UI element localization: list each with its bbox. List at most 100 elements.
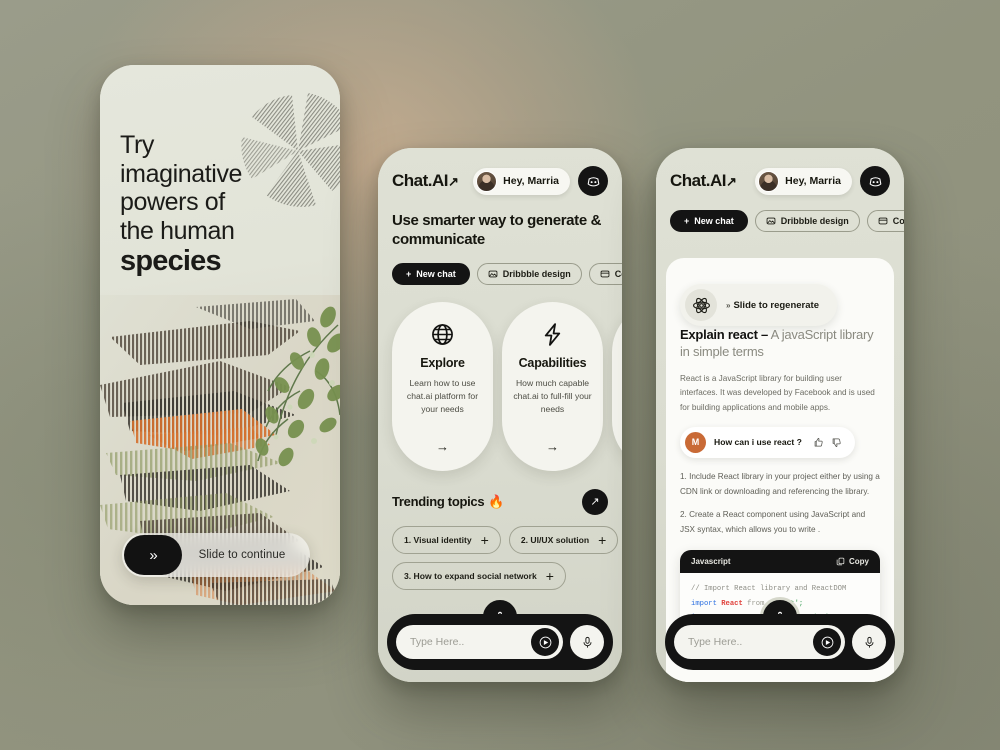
slide-to-regenerate-control[interactable]: » Slide to regenerate (680, 284, 837, 326)
greeting-text: Hey, Marria (503, 175, 559, 187)
card-capabilities[interactable]: Capabilities How much capable chat.ai to… (502, 301, 603, 471)
composer-bar: Type Here.. (665, 614, 895, 670)
trending-item-expand-social-network[interactable]: 3. How to expand social network + (392, 561, 566, 590)
community-button[interactable] (860, 166, 890, 196)
brand-arrow-icon: ↗ (448, 174, 459, 189)
feature-cards: Explore Learn how to use chat.ai platfor… (392, 301, 622, 471)
chip-dribbble-design[interactable]: Dribbble design (754, 210, 860, 232)
onboarding-headline: Try imaginative powers of the human spec… (120, 131, 304, 278)
message-input-placeholder[interactable]: Type Here.. (688, 636, 813, 648)
answer-step-2: 2. Create a React component using JavaSc… (680, 510, 866, 535)
code-language-label: Javascript (691, 556, 731, 566)
card-limitations[interactable]: Limitations Know the occasional incorrec… (612, 301, 622, 471)
trending-row-1: 1. Visual identity + 2. UI/UX solution + (392, 525, 619, 554)
microphone-icon (865, 636, 873, 648)
card-capabilities-arrow-icon[interactable]: → (546, 439, 559, 454)
feedback-icons (813, 437, 842, 448)
home-headline: Use smarter way to generate & communicat… (392, 212, 602, 248)
avatar (476, 170, 498, 192)
slide-to-continue-control[interactable]: » Slide to continue (122, 533, 310, 577)
window-icon (600, 270, 610, 278)
brand-logo[interactable]: Chat.AI↗ (670, 171, 747, 191)
microphone-icon (583, 636, 591, 648)
trending-header: Trending topics 🔥 ↗ (392, 488, 608, 515)
user-avatar-initial: M (685, 431, 706, 453)
brand-name: Chat.AI (392, 171, 449, 190)
image-icon (766, 217, 776, 225)
user-greeting-pill[interactable]: Hey, Marria (473, 167, 570, 195)
answer-title-bold: Explain react – (680, 327, 769, 342)
greeting-text: Hey, Marria (785, 175, 841, 187)
headline-line-3: powers of (120, 188, 225, 216)
voice-input-button[interactable] (570, 625, 604, 659)
card-explore-title: Explore (420, 355, 465, 370)
message-input-placeholder[interactable]: Type Here.. (410, 636, 531, 648)
message-input-wrapper[interactable]: Type Here.. (396, 625, 563, 659)
voice-input-button[interactable] (852, 625, 886, 659)
plus-icon: + (684, 216, 690, 226)
user-greeting-pill[interactable]: Hey, Marria (755, 167, 852, 195)
plus-icon: + (406, 268, 412, 279)
home-topbar: Chat.AI↗ Hey, Marria (392, 166, 608, 196)
card-explore-arrow-icon[interactable]: → (436, 439, 449, 454)
chip-dribbble-label: Dribbble design (502, 268, 571, 279)
window-icon (878, 217, 888, 225)
chip-covid-label: Covid prevention (614, 268, 622, 279)
trending-title: Trending topics (392, 494, 485, 510)
chip-covid-prevention[interactable]: Covid prevention (588, 262, 622, 285)
send-icon (821, 636, 833, 648)
slider-knob[interactable]: » (124, 535, 182, 575)
message-input-wrapper[interactable]: Type Here.. (674, 625, 845, 659)
avatar (758, 170, 780, 192)
community-button[interactable] (578, 166, 608, 196)
plus-icon[interactable]: + (546, 569, 554, 583)
chip-new-chat[interactable]: + New chat (670, 210, 748, 232)
quick-action-chips: + New chat Dribbble design Covid prevent… (392, 262, 622, 285)
chevron-right-icon: » (726, 300, 731, 310)
brand-arrow-icon: ↗ (726, 174, 737, 189)
trending-item-visual-identity[interactable]: 1. Visual identity + (392, 525, 501, 554)
code-keyword: import (691, 599, 717, 608)
trending-item-1-label: 1. Visual identity (404, 534, 472, 545)
thumbs-up-icon[interactable] (813, 437, 824, 448)
trending-item-uiux-solution[interactable]: 2. UI/UX solution + (508, 525, 619, 554)
plus-icon[interactable]: + (598, 533, 606, 547)
send-button[interactable] (531, 628, 559, 656)
card-explore-desc: Learn how to use chat.ai platform for yo… (406, 377, 479, 415)
brand-logo[interactable]: Chat.AI↗ (392, 171, 465, 191)
chip-new-chat[interactable]: + New chat (392, 262, 470, 285)
thumbs-down-icon[interactable] (831, 437, 842, 448)
globe-icon (432, 323, 453, 345)
chip-new-chat-label: New chat (694, 216, 734, 226)
chat-screen: Chat.AI↗ Hey, Marria + New chat Dribbble… (656, 148, 904, 682)
chip-covid-prevention[interactable]: Covid prevention (866, 210, 904, 232)
quick-action-chips: + New chat Dribbble design Covid prevent… (670, 210, 904, 232)
phone-chat: Chat.AI↗ Hey, Marria + New chat Dribbble… (656, 148, 904, 682)
chip-dribbble-design[interactable]: Dribbble design (476, 262, 582, 285)
phone-onboarding: Try imaginative powers of the human spec… (100, 65, 340, 605)
headline-line-2: imaginative (120, 159, 243, 188)
send-icon (539, 636, 551, 648)
atom-icon-wrapper (685, 289, 717, 321)
card-explore[interactable]: Explore Learn how to use chat.ai platfor… (392, 301, 493, 471)
card-capabilities-desc: How much capable chat.ai to full-fill yo… (513, 377, 592, 415)
image-icon (488, 270, 498, 278)
composer-home: Type Here.. (387, 597, 613, 670)
chip-covid-label: Covid prevention (892, 216, 904, 226)
user-message: M How can i use react ? (680, 426, 855, 458)
copy-code-button[interactable]: Copy (836, 557, 869, 566)
trending-open-button[interactable]: ↗ (582, 488, 608, 515)
trending-item-3-label: 3. How to expand social network (404, 570, 537, 581)
code-block-header: Javascript Copy (680, 549, 880, 573)
home-screen: Chat.AI↗ Hey, Marria Use smarter way to … (378, 148, 622, 682)
send-button[interactable] (813, 628, 841, 656)
atom-icon (692, 297, 710, 313)
code-comment: // Import React library and ReactDOM (691, 584, 847, 593)
answer-steps: 1. Include React library in your project… (680, 470, 880, 538)
phone-home: Chat.AI↗ Hey, Marria Use smarter way to … (378, 148, 622, 682)
plus-icon[interactable]: + (481, 533, 489, 547)
answer-step-1: 1. Include React library in your project… (680, 471, 880, 496)
regenerate-label-wrapper: » Slide to regenerate (726, 300, 819, 311)
copy-icon (836, 557, 845, 566)
user-message-text: How can i use react ? (714, 437, 802, 448)
